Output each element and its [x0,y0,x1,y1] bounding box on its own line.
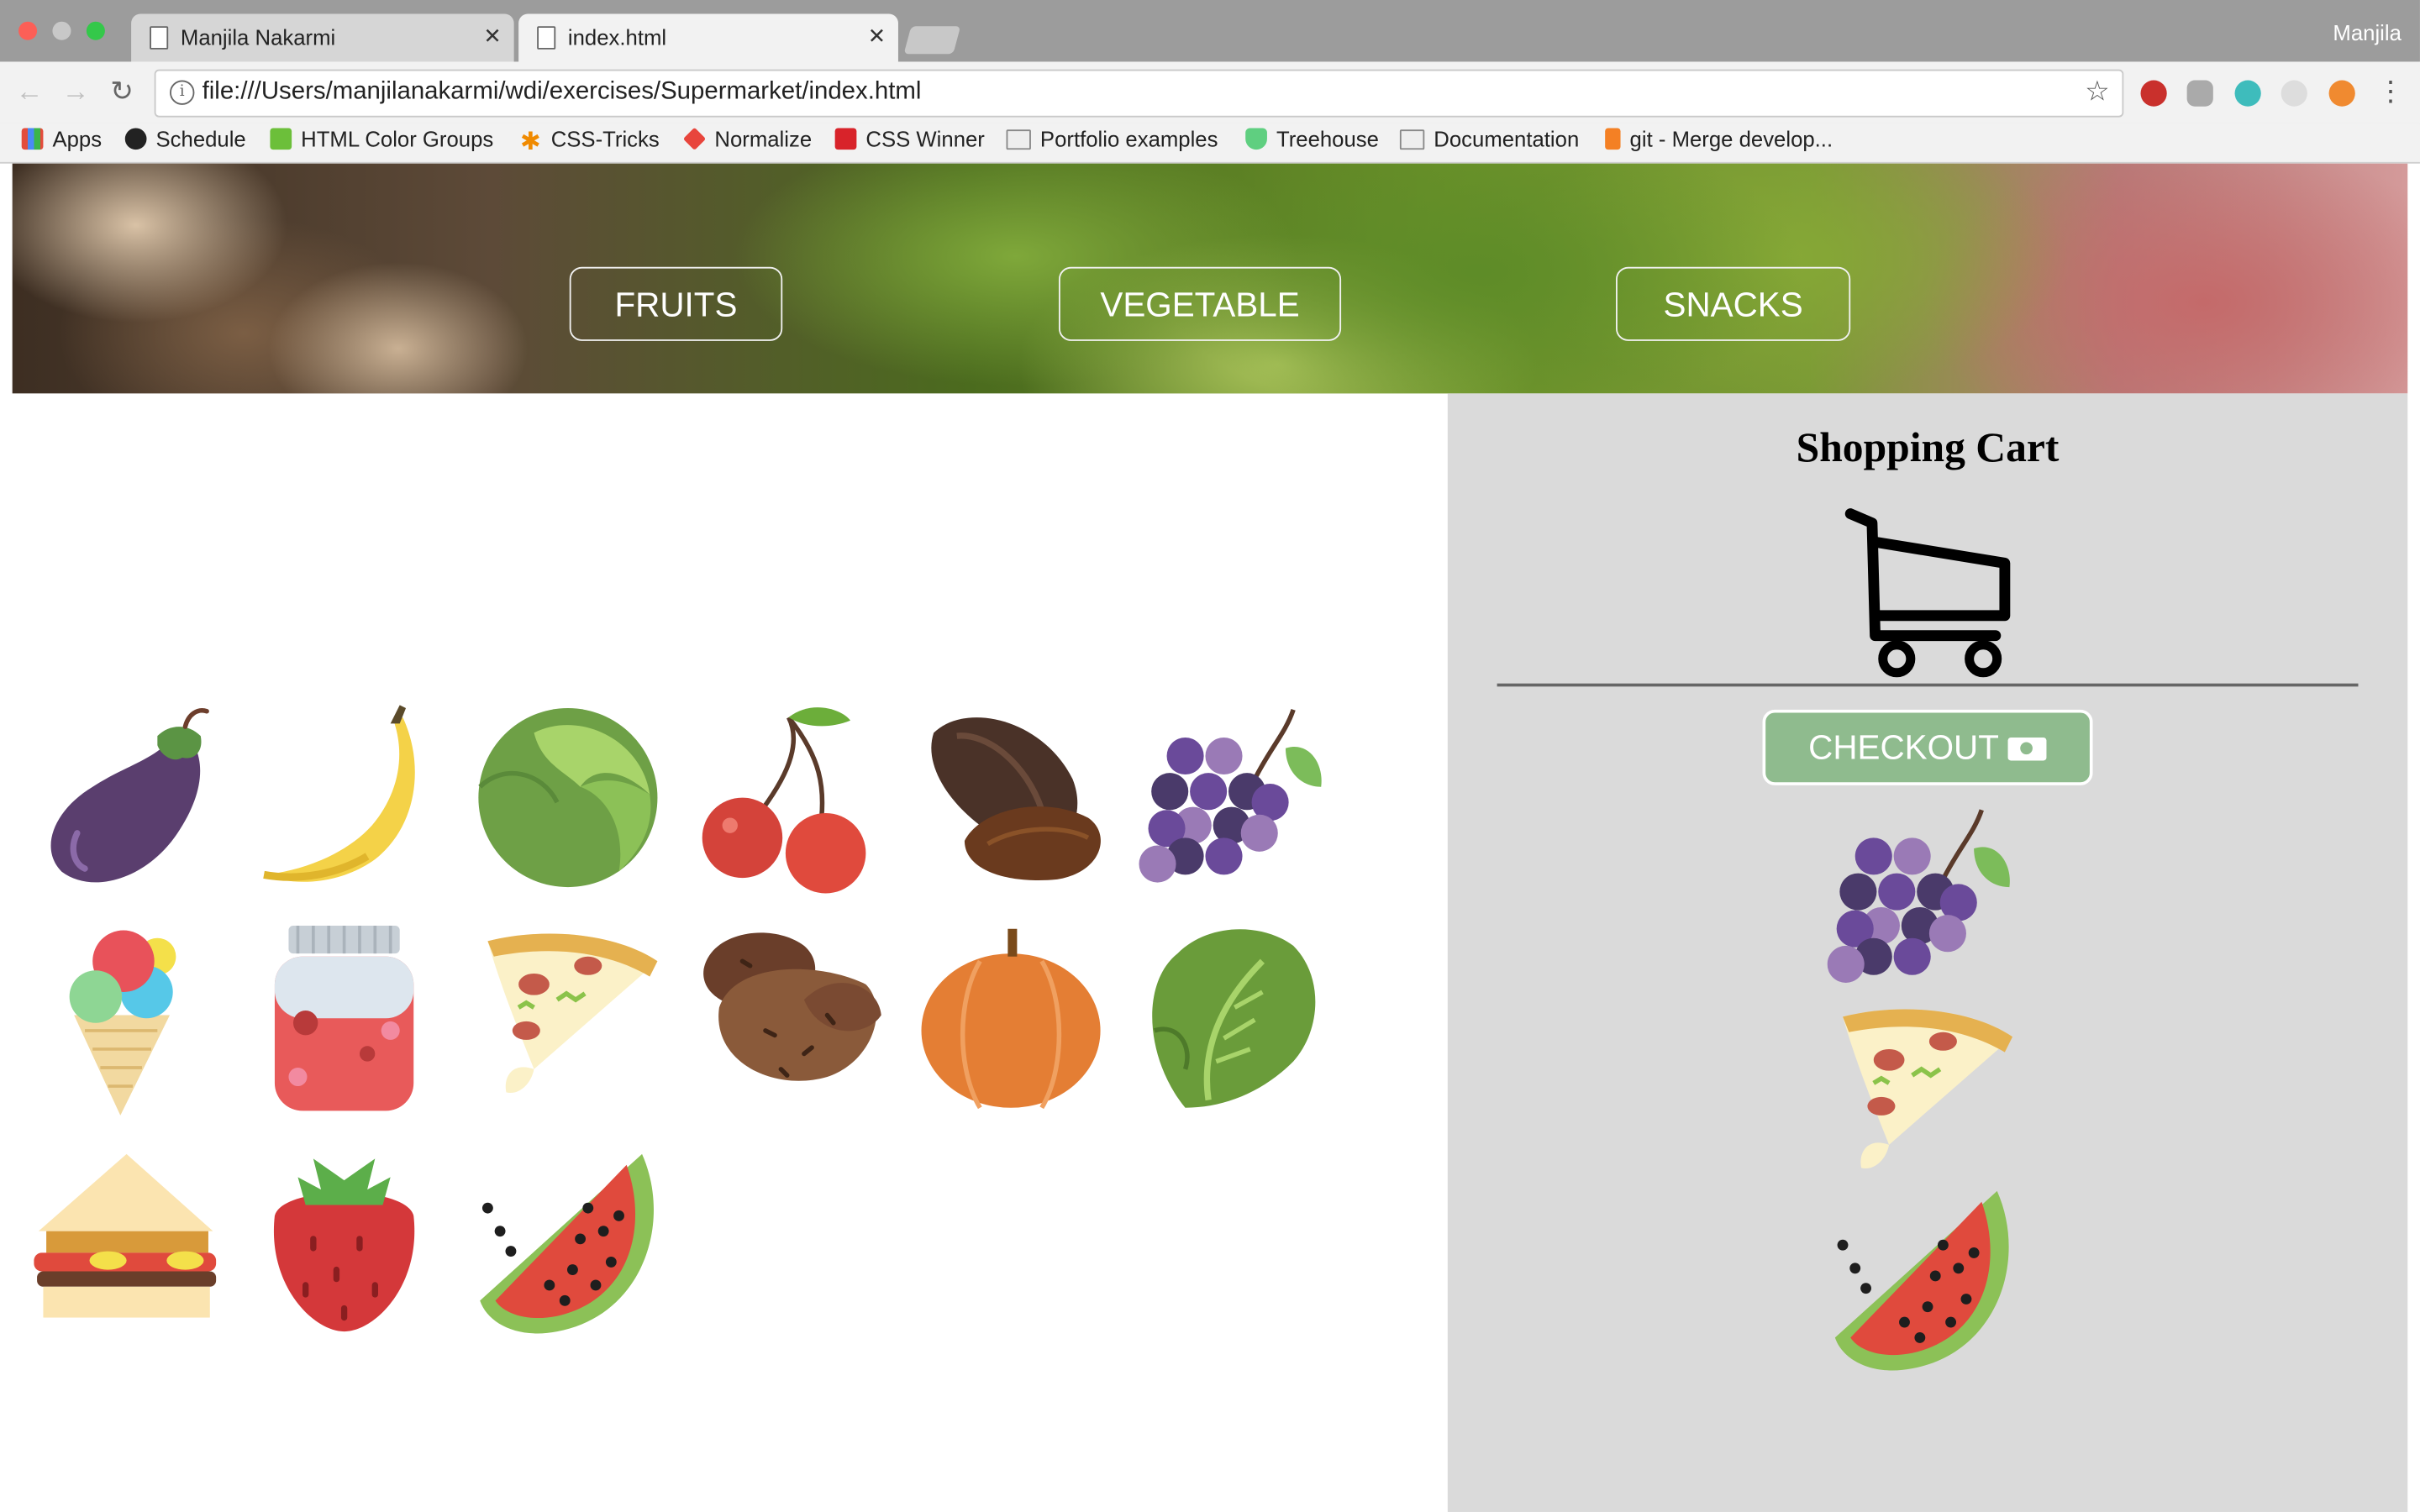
hero-banner: FRUITS VEGETABLE SNACKS [12,163,2408,394]
url-text[interactable]: file:///Users/manjilanakarmi/wdi/exercis… [203,79,922,107]
bookmark-label: git - Merge develop... [1629,126,1833,151]
menu-icon[interactable]: ⋮ [2377,76,2405,108]
bookmark-portfolio-examples[interactable]: Portfolio examples [1006,126,1218,151]
bookmark-css-tricks[interactable]: ✱ CSS-Tricks [520,127,660,155]
folder-icon [1006,129,1031,150]
css-winner-icon [834,128,857,150]
bookmark-html-color-groups[interactable]: HTML Color Groups [270,127,493,151]
browser-tab-active[interactable]: index.html ✕ [518,13,898,62]
product-jam[interactable] [251,922,445,1116]
product-pumpkin[interactable] [918,922,1112,1116]
supermarket-page: FRUITS VEGETABLE SNACKS Shopping Cart CH… [12,163,2408,1512]
bookmark-css-winner[interactable]: CSS Winner [834,126,985,151]
bookmark-label: Schedule [155,126,246,151]
bookmark-star-icon[interactable]: ☆ [2085,76,2110,108]
asterisk-icon: ✱ [519,129,541,156]
bookmark-label: Treehouse [1276,126,1379,151]
github-icon [124,128,147,150]
moon-icon[interactable] [2281,80,2307,107]
browser-tab-bar: Manjila Nakarmi ✕ index.html ✕ Manjila [0,0,2420,62]
lifesaver-icon[interactable] [2328,80,2355,107]
address-bar[interactable]: i file:///Users/manjilanakarmi/wdi/exerc… [154,69,2124,118]
bookmark-git-merge[interactable]: git - Merge develop... [1605,127,1833,151]
bookmark-schedule[interactable]: Schedule [124,126,246,151]
document-icon [150,26,169,50]
treehouse-icon [1245,128,1267,150]
bookmark-label: Documentation [1434,126,1580,151]
adblock-icon[interactable] [2140,80,2167,107]
browser-toolbar: ← → ↻ i file:///Users/manjilanakarmi/wdi… [0,61,2420,125]
color-groups-icon [270,128,292,150]
bookmark-apps[interactable]: Apps [21,126,103,151]
cart-divider [1497,683,2359,687]
m-icon[interactable] [2234,80,2261,107]
stackoverflow-icon [1605,128,1621,150]
checkout-button[interactable]: CHECKOUT [1762,709,2093,785]
info-icon[interactable]: i [170,80,195,105]
tab-title: index.html [567,24,667,50]
document-icon [537,26,556,50]
checkout-label: CHECKOUT [1808,727,1999,767]
vegetable-button[interactable]: VEGETABLE [1058,266,1342,341]
product-potatoes[interactable] [696,922,889,1116]
bookmark-treehouse[interactable]: Treehouse [1245,127,1379,151]
tab-title: Manjila Nakarmi [180,24,336,50]
close-tab-icon[interactable]: ✕ [868,24,886,50]
product-lettuce[interactable] [1139,922,1332,1116]
reload-icon[interactable]: ↻ [105,74,139,108]
profile-name[interactable]: Manjila [2333,20,2401,45]
product-strawberry[interactable] [251,1147,445,1340]
product-ice-cream[interactable] [31,922,224,1116]
bookmark-normalize[interactable]: Normalize [682,126,813,151]
product-pizza[interactable] [472,922,666,1116]
bookmark-label: Normalize [714,126,813,151]
cart-item-watermelon[interactable] [1828,1184,2021,1377]
cart-item-pizza[interactable] [1828,998,2021,1191]
apps-grid-icon [21,128,44,150]
cart-item-grapes[interactable] [1828,802,2021,995]
bookmarks-bar: Apps Schedule HTML Color Groups ✱ CSS-Tri… [0,123,2420,164]
back-arrow-icon[interactable]: ← [13,74,46,108]
bookmark-documentation[interactable]: Documentation [1399,126,1580,151]
product-cherries[interactable] [696,702,889,895]
new-tab-button[interactable] [903,26,961,55]
bookmark-label: CSS-Tricks [550,126,660,151]
normalize-icon [682,127,707,150]
product-banana[interactable] [251,702,445,895]
bookmark-label: Portfolio examples [1039,126,1218,151]
bookmark-label: HTML Color Groups [301,126,494,151]
product-cabbage[interactable] [472,702,666,895]
product-sandwich[interactable] [31,1147,224,1340]
close-window-button[interactable] [18,21,38,40]
cart-title: Shopping Cart [1796,424,2060,471]
shopping-cart-panel: Shopping Cart CHECKOUT [1447,393,2408,1512]
minimize-window-button[interactable] [52,21,71,40]
bookmark-label: Apps [52,126,103,151]
folder-icon [1399,129,1425,150]
shopping-cart-icon[interactable] [1841,505,2014,682]
product-watermelon[interactable] [472,1147,666,1340]
bookmark-label: CSS Winner [865,126,985,151]
maximize-window-button[interactable] [86,21,105,40]
browser-tab[interactable]: Manjila Nakarmi ✕ [131,13,514,62]
forward-arrow-icon[interactable]: → [59,74,92,108]
product-almonds[interactable] [918,702,1112,895]
close-tab-icon[interactable]: ✕ [483,24,502,50]
product-grapes[interactable] [1139,702,1332,895]
snacks-button[interactable]: SNACKS [1616,266,1851,341]
bug-icon[interactable] [2186,80,2213,107]
cash-icon [2007,737,2047,761]
product-eggplant[interactable] [31,702,224,895]
fruits-button[interactable]: FRUITS [569,266,783,341]
